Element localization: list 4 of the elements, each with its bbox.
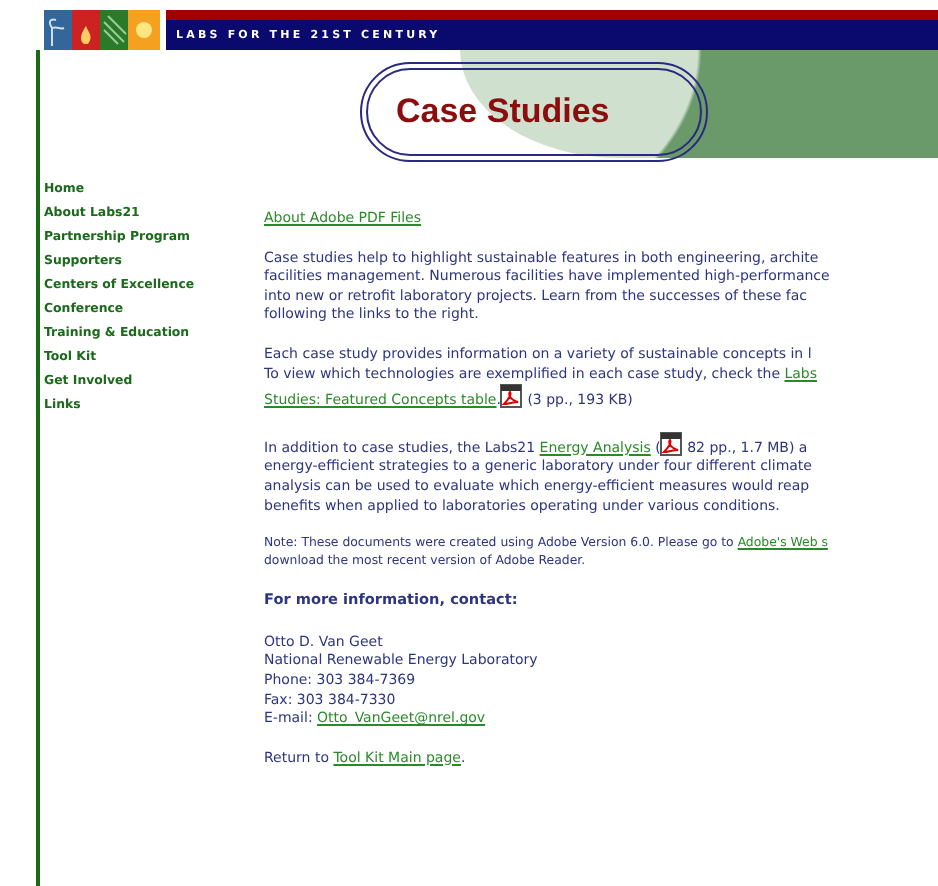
title-badge: Case Studies [360,62,708,162]
pdf-file-icon[interactable] [660,431,683,456]
pdf-file-icon[interactable] [500,384,523,409]
logo-icon[interactable] [44,10,160,50]
